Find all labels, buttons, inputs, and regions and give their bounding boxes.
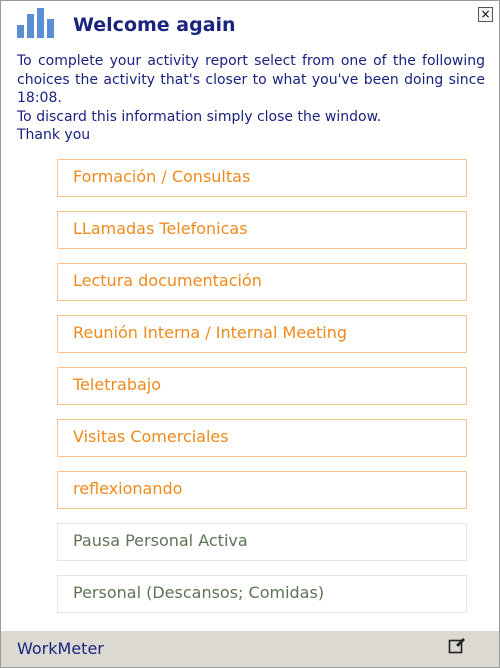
option-reflexionando[interactable]: reflexionando (57, 471, 467, 509)
option-pausa-personal-activa[interactable]: Pausa Personal Activa (57, 523, 467, 561)
close-button[interactable]: × (478, 7, 493, 22)
intro-discard-note: To discard this information simply close… (17, 108, 382, 125)
bar-chart-logo-icon (17, 8, 54, 38)
brand-name: WorkMeter (17, 639, 104, 658)
intro-text: To complete your activity report select … (17, 52, 485, 145)
option-teletrabajo[interactable]: Teletrabajo (57, 367, 467, 405)
option-reunion-interna[interactable]: Reunión Interna / Internal Meeting (57, 315, 467, 353)
option-llamadas-telefonicas[interactable]: LLamadas Telefonicas (57, 211, 467, 249)
activity-report-window: Welcome again × To complete your activit… (0, 0, 500, 668)
window-title: Welcome again (73, 14, 236, 36)
footer-bar: WorkMeter (1, 631, 499, 667)
window-header: Welcome again × (1, 1, 499, 45)
option-visitas-comerciales[interactable]: Visitas Comerciales (57, 419, 467, 457)
edit-icon[interactable] (448, 637, 466, 655)
activity-options-list: Formación / Consultas LLamadas Telefonic… (57, 159, 467, 627)
intro-thanks: Thank you (17, 127, 91, 143)
option-lectura-documentacion[interactable]: Lectura documentación (57, 263, 467, 301)
option-formacion-consultas[interactable]: Formación / Consultas (57, 159, 467, 197)
option-personal-descansos[interactable]: Personal (Descansos; Comidas) (57, 575, 467, 613)
intro-instructions: To complete your activity report select … (17, 53, 485, 106)
